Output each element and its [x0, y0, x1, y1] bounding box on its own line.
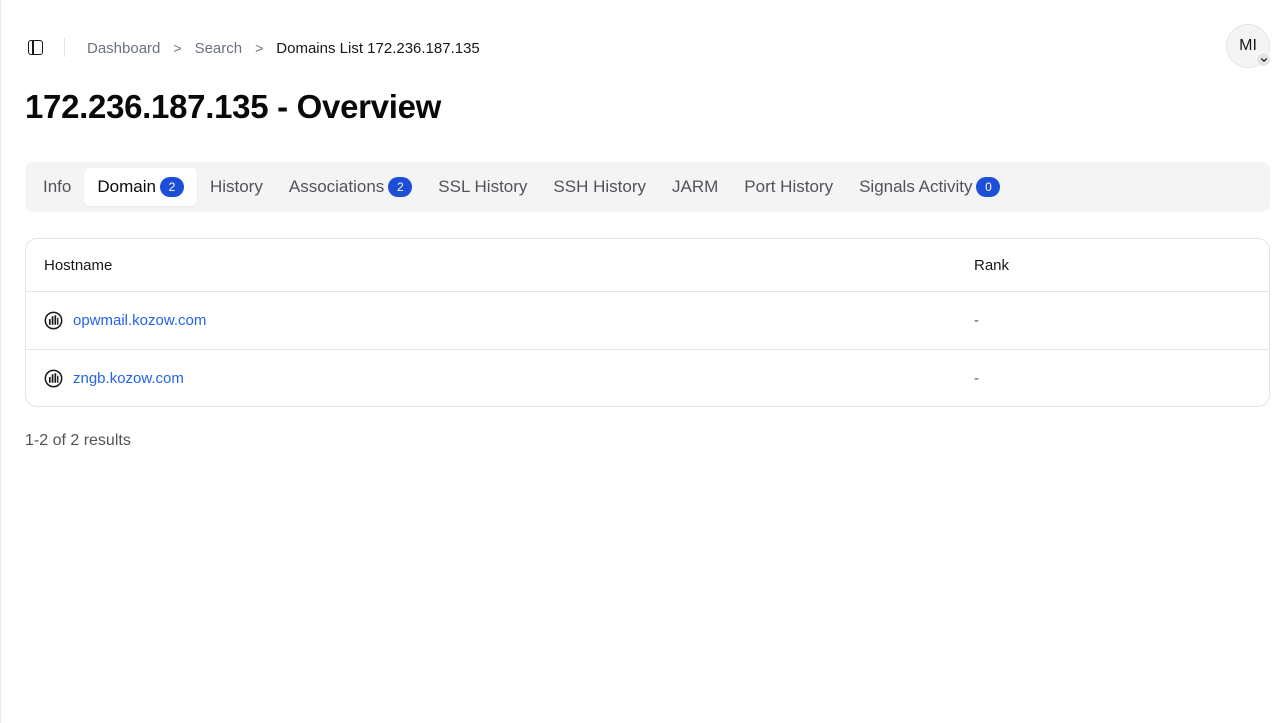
tab-bar: Info Domain 2 History Associations 2 SSL…: [25, 162, 1270, 212]
chevron-right-icon: >: [255, 40, 264, 56]
sidebar-toggle-icon[interactable]: [28, 40, 43, 55]
tab-label: SSH History: [553, 177, 646, 196]
column-header-hostname[interactable]: Hostname: [44, 257, 112, 274]
table-row: opwmail.kozow.com -: [26, 292, 1269, 350]
tab-signals-activity[interactable]: Signals Activity 0: [846, 168, 1013, 206]
count-badge: 2: [388, 177, 413, 197]
breadcrumb-search[interactable]: Search: [195, 40, 243, 57]
tab-label: Associations: [288, 177, 385, 196]
rank-cell: -: [974, 370, 979, 387]
chevron-down-icon[interactable]: [1256, 52, 1271, 67]
table-row: zngb.kozow.com -: [26, 350, 1269, 406]
avatar-initials: MI: [1239, 37, 1257, 54]
tab-label: Info: [43, 177, 72, 196]
tab-ssl-history[interactable]: SSL History: [425, 168, 540, 206]
top-bar: Dashboard > Search > Domains List 172.23…: [0, 0, 1279, 96]
breadcrumb-dashboard[interactable]: Dashboard: [87, 40, 160, 57]
tab-ssh-history[interactable]: SSH History: [540, 168, 659, 206]
table-header: Hostname Rank: [26, 239, 1269, 292]
left-edge-divider: [0, 0, 1, 723]
tab-label: Signals Activity: [859, 177, 973, 196]
hostname-link[interactable]: opwmail.kozow.com: [73, 312, 206, 329]
toolbar-divider: [64, 38, 65, 57]
tab-info[interactable]: Info: [30, 168, 84, 206]
domains-table: Hostname Rank opwmail.kozow.com - zngb.k…: [25, 238, 1270, 407]
breadcrumb: Dashboard > Search > Domains List 172.23…: [87, 38, 480, 58]
count-badge: 2: [159, 177, 184, 197]
hostname-link[interactable]: zngb.kozow.com: [73, 370, 184, 387]
hostname-cell: opwmail.kozow.com: [44, 311, 206, 330]
column-header-rank[interactable]: Rank: [974, 257, 1009, 274]
tab-associations[interactable]: Associations 2: [276, 168, 425, 206]
chevron-right-icon: >: [173, 40, 182, 56]
count-badge: 0: [976, 177, 1001, 197]
tab-label: Port History: [744, 177, 834, 196]
tab-domain[interactable]: Domain 2: [84, 168, 197, 206]
domain-favicon-icon: [44, 369, 63, 388]
page-title: 172.236.187.135 - Overview: [25, 88, 442, 125]
tab-history[interactable]: History: [197, 168, 276, 206]
hostname-cell: zngb.kozow.com: [44, 369, 184, 388]
results-summary: 1-2 of 2 results: [25, 432, 131, 449]
tab-port-history[interactable]: Port History: [731, 168, 846, 206]
breadcrumb-current: Domains List 172.236.187.135: [276, 39, 480, 57]
tab-label: JARM: [672, 177, 719, 196]
tab-jarm[interactable]: JARM: [659, 168, 731, 206]
tab-label: History: [209, 177, 263, 196]
domain-favicon-icon: [44, 311, 63, 330]
user-avatar[interactable]: MI: [1226, 24, 1271, 68]
tab-label: SSL History: [438, 177, 528, 196]
tab-label: Domain: [97, 177, 156, 196]
rank-cell: -: [974, 312, 979, 329]
